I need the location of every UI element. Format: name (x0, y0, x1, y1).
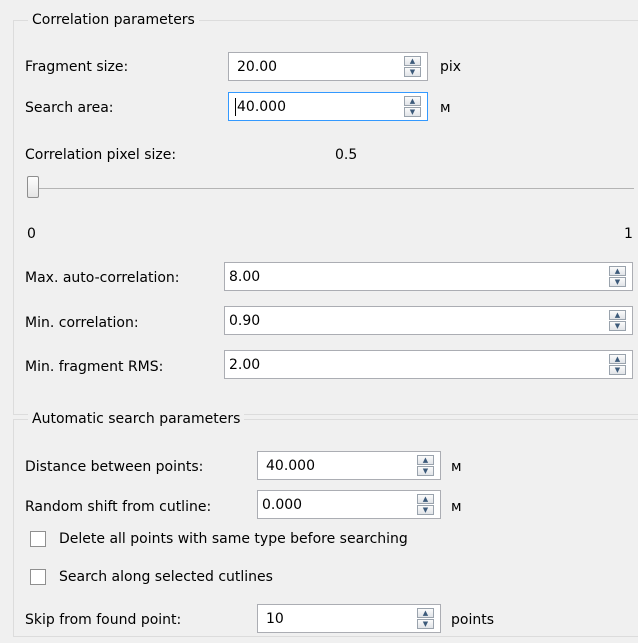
fragment-size-value: 20.00 (237, 59, 278, 75)
pixel-size-slider-track[interactable] (34, 188, 634, 189)
min-fragment-rms-label: Min. fragment RMS: (25, 359, 164, 375)
spin-up-arrow-icon[interactable]: ▲ (609, 266, 626, 276)
pixel-size-slider-handle[interactable] (27, 176, 39, 198)
spin-up-arrow-icon[interactable]: ▲ (609, 310, 626, 320)
spin-up-arrow-icon[interactable]: ▲ (417, 455, 434, 465)
slider-min-label: 0 (27, 226, 36, 242)
fragment-size-spinbox[interactable]: 20.00 ▲ ▼ (228, 52, 428, 81)
max-auto-correlation-value: 8.00 (229, 269, 261, 285)
max-auto-correlation-label: Max. auto-correlation: (25, 270, 180, 286)
skip-from-found-point-unit: points (451, 612, 494, 628)
search-area-label: Search area: (25, 100, 114, 116)
min-fragment-rms-spinbox[interactable]: 2.00 ▲ ▼ (224, 350, 633, 379)
min-correlation-label: Min. correlation: (25, 315, 139, 331)
spin-down-arrow-icon[interactable]: ▼ (404, 67, 421, 77)
text-cursor (235, 98, 236, 116)
search-area-unit: м (440, 100, 451, 116)
random-shift-unit: м (451, 499, 462, 515)
spin-down-arrow-icon[interactable]: ▼ (417, 619, 434, 629)
slider-max-label: 1 (624, 226, 633, 242)
skip-from-found-point-spinbox[interactable]: 10 ▲ ▼ (257, 604, 441, 633)
min-fragment-rms-value: 2.00 (229, 357, 261, 373)
spin-down-arrow-icon[interactable]: ▼ (609, 321, 626, 331)
skip-from-found-point-label: Skip from found point: (25, 612, 182, 628)
automatic-search-parameters-legend: Automatic search parameters (28, 409, 245, 429)
distance-between-points-label: Distance between points: (25, 459, 204, 475)
random-shift-spinbox[interactable]: 0.000 ▲ ▼ (257, 490, 441, 519)
spin-down-arrow-icon[interactable]: ▼ (417, 505, 434, 515)
spin-down-arrow-icon[interactable]: ▼ (417, 466, 434, 476)
spin-up-arrow-icon[interactable]: ▲ (404, 56, 421, 66)
min-correlation-value: 0.90 (229, 313, 261, 329)
min-correlation-spinbox[interactable]: 0.90 ▲ ▼ (224, 306, 633, 335)
search-area-spinbox[interactable]: 40.000 ▲ ▼ (228, 92, 428, 121)
fragment-size-label: Fragment size: (25, 59, 129, 75)
pixel-size-value: 0.5 (335, 147, 358, 163)
distance-between-points-spinbox[interactable]: 40.000 ▲ ▼ (257, 451, 441, 480)
spin-down-arrow-icon[interactable]: ▼ (609, 365, 626, 375)
search-along-cutlines-checkbox[interactable] (30, 569, 46, 585)
spin-up-arrow-icon[interactable]: ▲ (404, 96, 421, 106)
spin-down-arrow-icon[interactable]: ▼ (404, 107, 421, 117)
max-auto-correlation-spinbox[interactable]: 8.00 ▲ ▼ (224, 262, 633, 291)
delete-points-checkbox[interactable] (30, 531, 46, 547)
spin-up-arrow-icon[interactable]: ▲ (417, 494, 434, 504)
spin-down-arrow-icon[interactable]: ▼ (609, 277, 626, 287)
distance-between-points-value: 40.000 (266, 458, 315, 474)
spin-up-arrow-icon[interactable]: ▲ (609, 354, 626, 364)
correlation-parameters-legend: Correlation parameters (28, 10, 199, 30)
spin-up-arrow-icon[interactable]: ▲ (417, 608, 434, 618)
delete-points-label[interactable]: Delete all points with same type before … (59, 529, 408, 549)
pixel-size-label: Correlation pixel size: (25, 147, 177, 163)
fragment-size-unit: pix (440, 59, 462, 75)
skip-from-found-point-value: 10 (266, 611, 284, 627)
search-along-cutlines-label[interactable]: Search along selected cutlines (59, 567, 273, 587)
random-shift-value: 0.000 (262, 497, 303, 513)
random-shift-label: Random shift from cutline: (25, 499, 212, 515)
search-area-value: 40.000 (237, 99, 286, 115)
distance-between-points-unit: м (451, 459, 462, 475)
